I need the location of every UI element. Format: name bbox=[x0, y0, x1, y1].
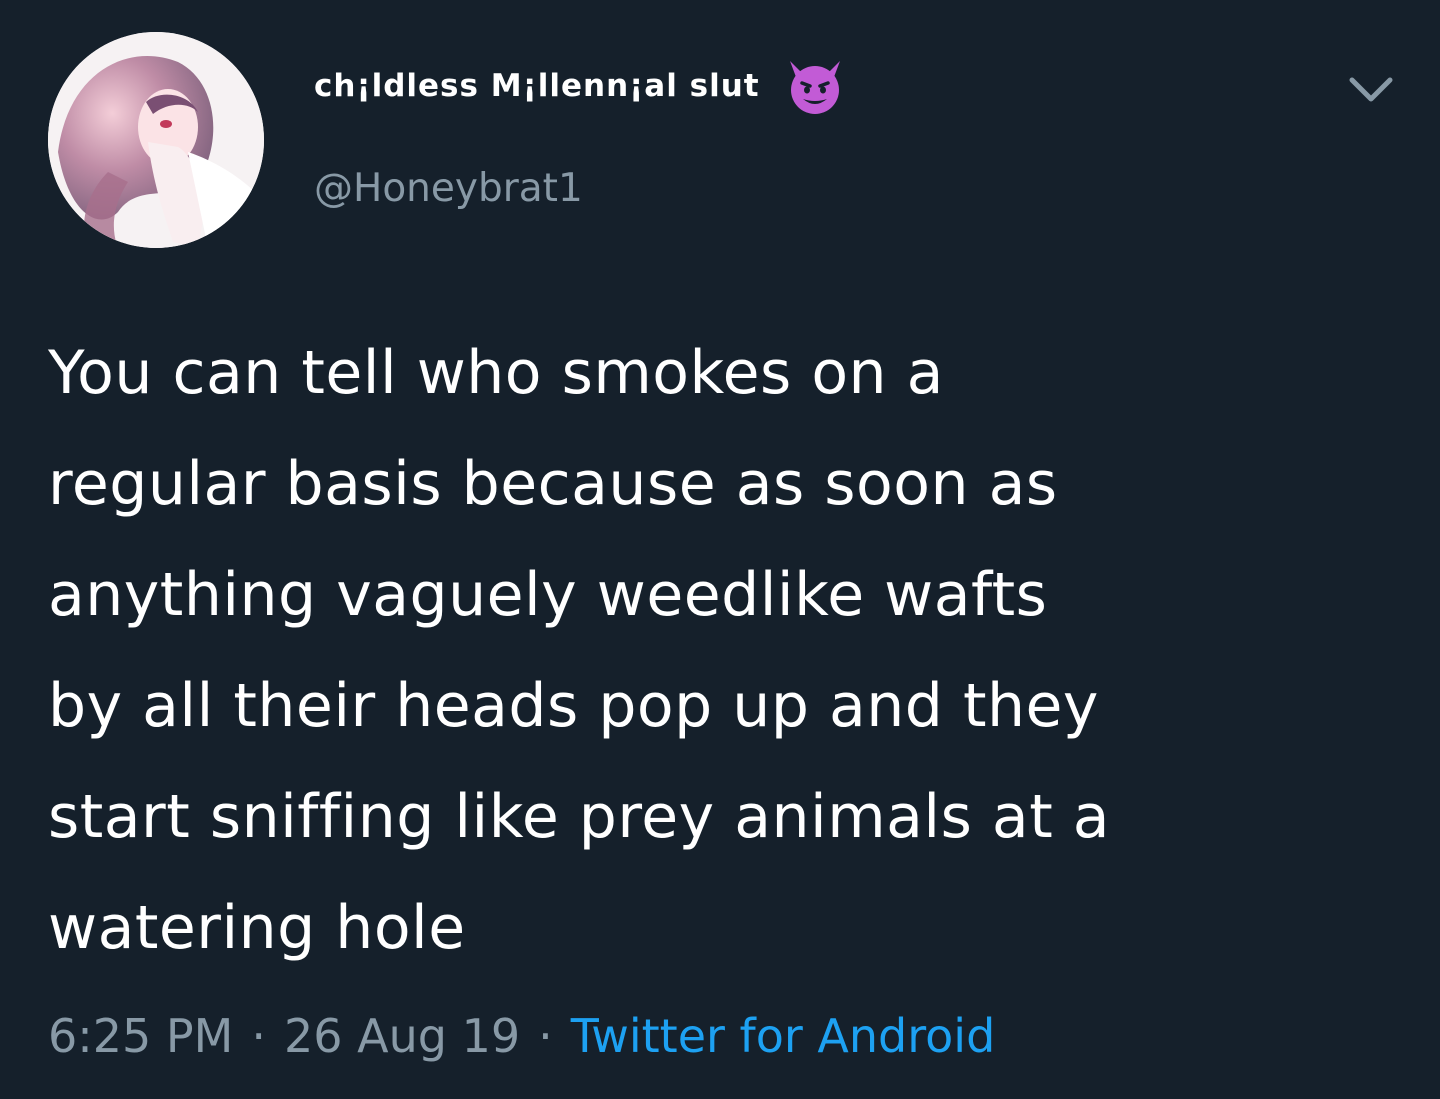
chevron-down-icon[interactable] bbox=[1346, 70, 1396, 110]
display-name[interactable]: ch¡ldless M¡llenn¡al slut bbox=[314, 68, 760, 104]
tweet-text: You can tell who smokes on a regular bas… bbox=[48, 338, 1111, 963]
tweet-time[interactable]: 6:25 PM bbox=[48, 1009, 233, 1063]
meta-separator: · bbox=[538, 1009, 553, 1063]
tweet-meta: 6:25 PM · 26 Aug 19 · Twitter for Androi… bbox=[48, 1000, 995, 1072]
display-name-row[interactable]: ch¡ldless M¡llenn¡al slut bbox=[314, 56, 846, 116]
avatar[interactable] bbox=[48, 32, 264, 248]
user-handle[interactable]: @Honeybrat1 bbox=[314, 166, 583, 211]
smiling-devil-emoji-icon bbox=[789, 61, 840, 114]
tweet-source-link[interactable]: Twitter for Android bbox=[571, 1009, 996, 1063]
meta-separator: · bbox=[251, 1009, 266, 1063]
tweet-date[interactable]: 26 Aug 19 bbox=[284, 1009, 520, 1063]
anime-girl-avatar-icon bbox=[48, 32, 264, 248]
tweet-card: ch¡ldless M¡llenn¡al slut @Honeybrat1 Yo… bbox=[0, 0, 1440, 1099]
